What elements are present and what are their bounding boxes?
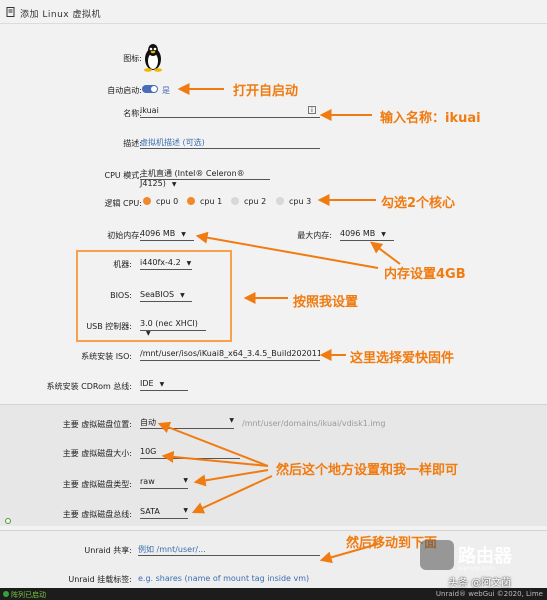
disk-bus-label: 主要 虚拟磁盘总线: [62,510,132,519]
window-title: 添加 Linux 虚拟机 [20,10,101,20]
disk-type-select[interactable]: raw ▼ [140,477,188,489]
iso-input[interactable]: /mnt/user/isos/iKuai8_x64_3.4.5_Build202… [140,349,320,361]
annotation-disk: 然后这个地方设置和我一样即可 [276,463,459,478]
cpu-checkbox-1[interactable] [187,197,195,205]
bios-value: SeaBIOS [140,290,175,299]
name-label: 名称: [123,109,142,118]
watermark-site: luyouqi.com [458,565,495,572]
annotation-autostart: 打开自启动 [233,84,299,99]
disk-location-select[interactable]: 自动 ▼ [140,417,234,429]
share-placeholder: 例如 /mnt/user/... [138,545,206,554]
autostart-toggle[interactable] [142,85,158,93]
max-memory-select[interactable]: 4096 MB ▼ [340,229,394,241]
chevron-down-icon: ▼ [180,292,185,299]
share-label: Unraid 共享: [84,546,132,555]
disk-size-input[interactable]: 10G [140,447,240,459]
annotation-memory: 内存设置4GB [384,267,466,282]
chevron-down-icon: ▼ [186,260,192,267]
name-input[interactable]: ikuai [140,106,320,118]
cpu-checkbox-0[interactable] [143,197,151,205]
chevron-down-icon: ▼ [146,330,151,337]
disk-location-value: 自动 [140,418,156,427]
description-input[interactable]: 虚拟机描述 (可选) [140,137,320,149]
disk-bus-value: SATA [140,507,160,516]
bios-label: BIOS: [110,291,132,300]
chevron-down-icon: ▼ [183,507,188,514]
mount-tag-input[interactable]: e.g. shares (name of mount tag inside vm… [138,574,309,583]
chevron-down-icon: ▼ [229,417,234,424]
cpu-label-1: cpu 1 [200,197,223,206]
chevron-down-icon: ▼ [183,477,188,484]
name-value: ikuai [140,106,159,115]
share-input[interactable]: 例如 /mnt/user/... [138,544,320,556]
watermark-credit: 头条 @阿文菌 [448,578,512,589]
usb-label: USB 控制器: [86,322,132,331]
iso-label: 系统安装 ISO: [81,352,132,361]
disk-size-label: 主要 虚拟磁盘大小: [62,449,132,458]
cdrom-label: 系统安装 CDRom 总线: [46,382,132,391]
icon-label: 图标: [123,54,142,63]
cpu-label-0: cpu 0 [156,197,179,206]
mount-tag-label: Unraid 挂载标签: [68,575,132,584]
machine-label: 机器: [113,260,132,269]
disk-type-label: 主要 虚拟磁盘类型: [62,480,132,489]
annotation-iso: 这里选择爱快固件 [350,351,455,366]
cdrom-select[interactable]: IDE ▼ [140,379,188,391]
cdrom-value: IDE [140,379,154,388]
cpu-label-2: cpu 2 [244,197,267,206]
disk-path: /mnt/user/domains/ikuai/vdisk1.img [242,419,386,428]
bios-select[interactable]: SeaBIOS ▼ [140,290,192,302]
chevron-down-icon: ▼ [381,231,386,238]
disk-bus-select[interactable]: SATA ▼ [140,507,188,519]
cpu-mode-select[interactable]: 主机直通 (Intel® Celeron® J4125) ▼ [140,168,270,188]
tux-icon[interactable] [142,42,164,72]
status-bar: 阵列已启动 Unraid® webGui ©2020, Lime [0,588,547,600]
mount-tag-placeholder: e.g. shares (name of mount tag inside vm… [138,574,310,583]
iso-value: /mnt/user/isos/iKuai8_x64_3.4.5_Build202… [140,349,320,358]
usb-value: 3.0 (nec XHCI) [140,319,198,328]
annotation-name: 输入名称：ikuai [380,111,481,126]
annotation-box: 按照我设置 [293,295,359,310]
machine-select[interactable]: i440fx-4.2 ▼ [140,258,192,270]
disk-type-value: raw [140,477,155,486]
cpu-label-3: cpu 3 [289,197,312,206]
max-memory-label: 最大内存: [297,231,332,240]
init-memory-label: 初始内存: [107,231,142,240]
max-memory-value: 4096 MB [340,229,376,238]
logical-cpu-label: 逻辑 CPU: [104,199,142,208]
description-label: 描述: [123,139,142,148]
init-memory-value: 4096 MB [140,229,176,238]
chevron-down-icon: ▼ [181,231,186,238]
status-ok-icon [3,591,9,597]
machine-value: i440fx-4.2 [140,258,181,267]
description-placeholder: 虚拟机描述 (可选) [140,138,205,147]
autostart-label: 自动启动: [107,86,142,95]
chevron-down-icon: ▼ [159,381,165,388]
usb-select[interactable]: 3.0 (nec XHCI) ▼ [140,319,206,337]
info-icon[interactable]: i [308,106,316,114]
title-bar: 添加 Linux 虚拟机 [0,0,547,24]
annotation-cpu: 勾选2个核心 [381,196,456,211]
disk-size-value: 10G [140,447,157,456]
document-icon [6,7,15,17]
copyright: Unraid® webGui ©2020, Lime [435,590,543,598]
disk-location-label: 主要 虚拟磁盘位置: [62,420,132,429]
chevron-down-icon: ▼ [171,181,177,188]
cpu-checkbox-2[interactable] [231,197,239,205]
autostart-value: 是 [162,86,170,95]
cpu-mode-label: CPU 模式: [104,171,142,180]
init-memory-select[interactable]: 4096 MB ▼ [140,229,194,241]
cpu-checkbox-3[interactable] [276,197,284,205]
array-status: 阵列已启动 [11,591,46,599]
router-logo-icon [420,540,454,570]
